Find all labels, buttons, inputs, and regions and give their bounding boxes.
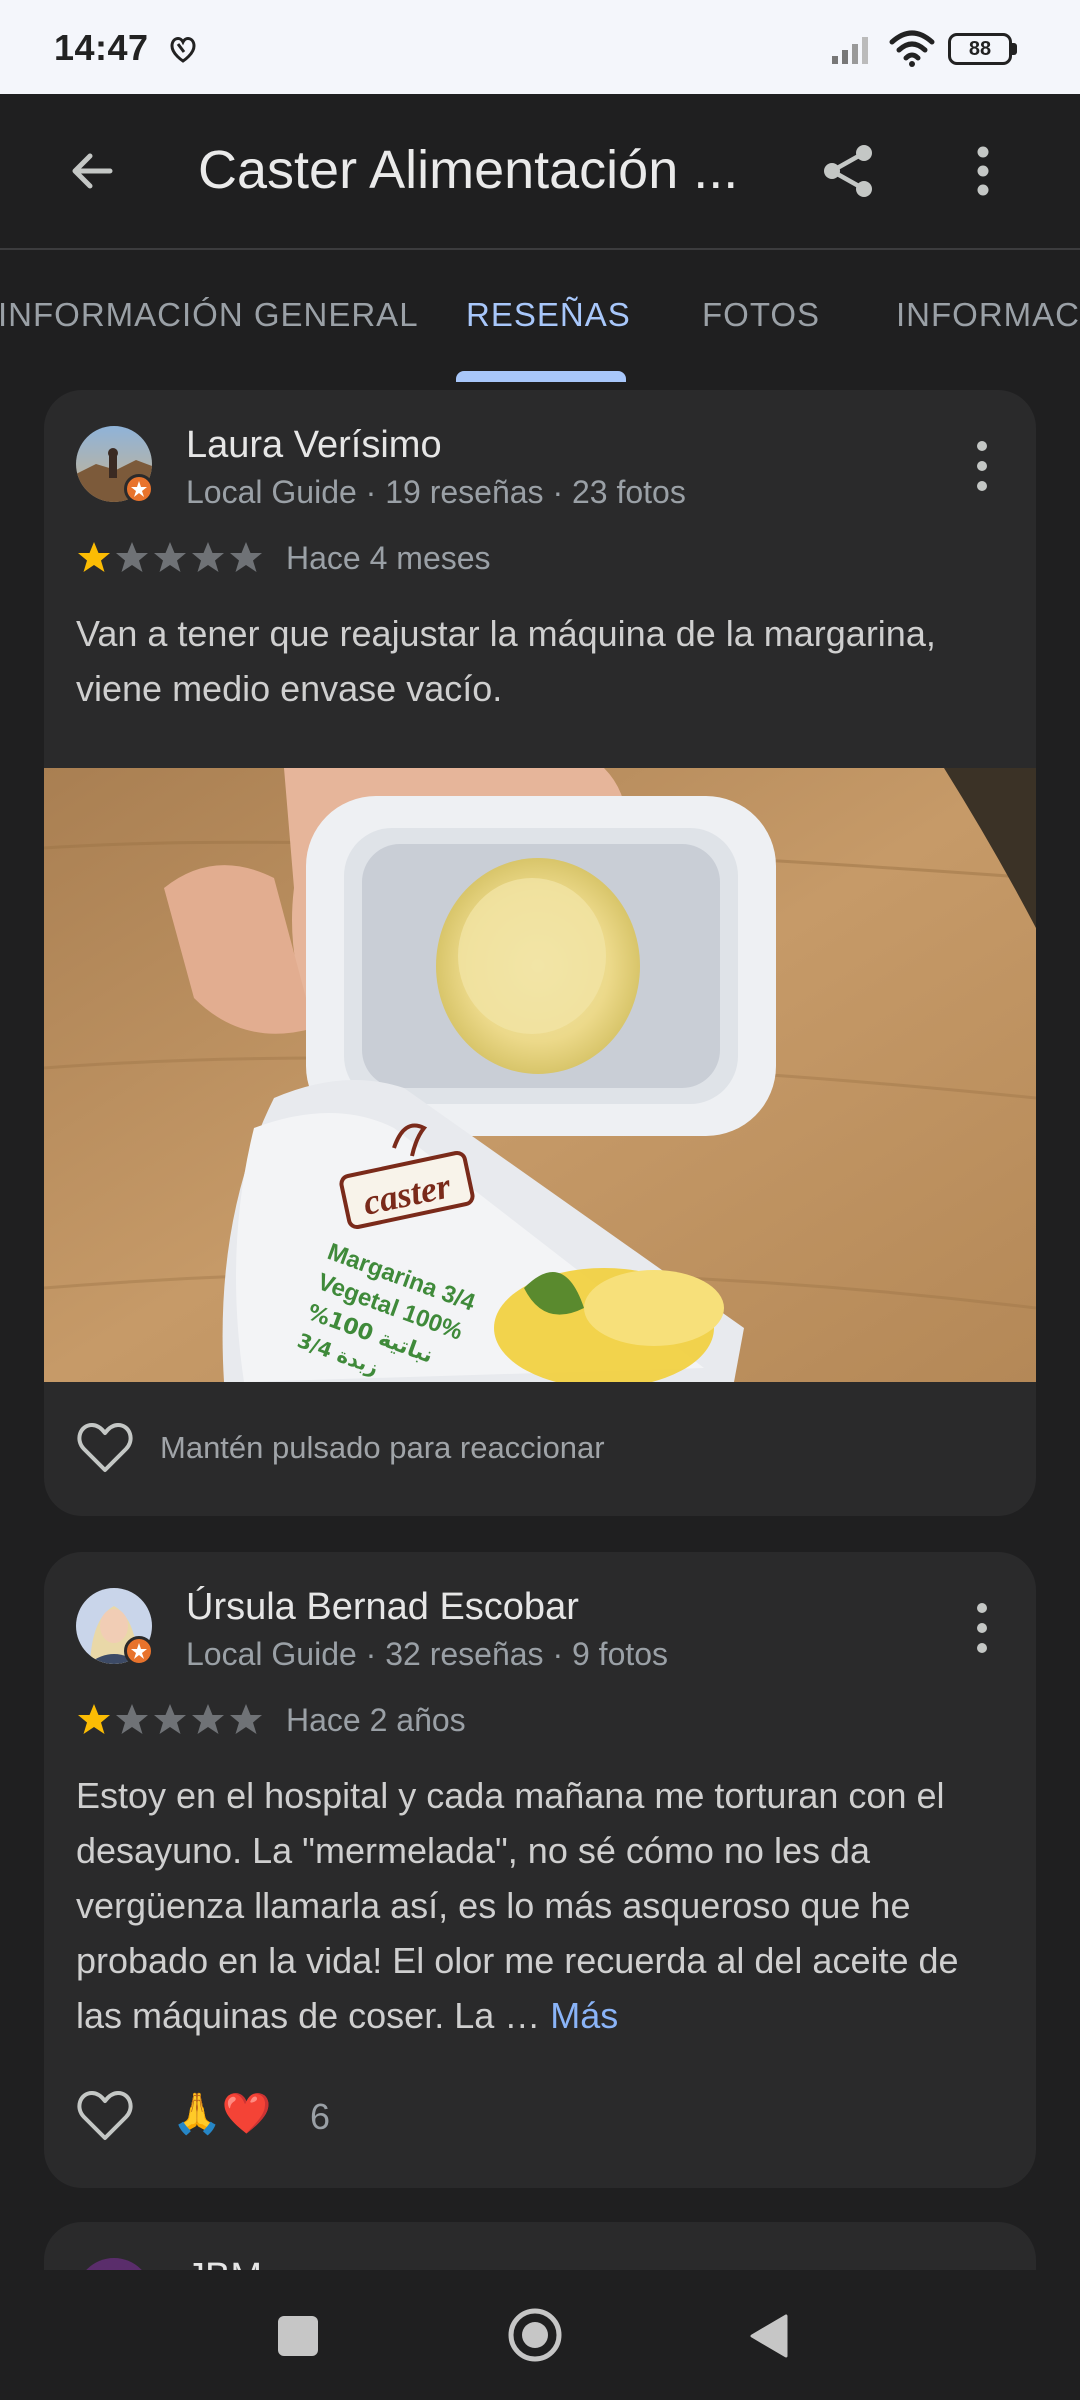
app-bar: Caster Alimentación ... [0,94,1080,248]
tab-informacion-general[interactable]: INFORMACIÓN GENERAL [0,296,419,334]
tab-indicator [456,371,626,382]
review-date: Hace 4 meses [286,540,491,576]
recents-icon[interactable] [278,2316,318,2356]
heart-icon[interactable] [76,2088,134,2142]
more-vert-icon[interactable] [960,436,1004,496]
tab-informacion[interactable]: INFORMACIÓN [896,296,1080,334]
notification-icon [170,37,196,63]
review-card: Úrsula Bernad Escobar Local Guide · 32 r… [44,1552,1036,2188]
tab-fotos[interactable]: FOTOS [702,296,820,334]
local-guide-badge [124,474,154,504]
avatar[interactable] [76,2258,152,2270]
review-date: Hace 2 años [286,1702,466,1738]
status-bar: 14:47 88 [0,0,1080,94]
review-text-body: Estoy en el hospital y cada mañana me to… [76,1775,959,2036]
review-text: Estoy en el hospital y cada mañana me to… [76,1768,1006,2043]
reviewer-name[interactable]: JBM [186,2256,262,2270]
tab-resenas[interactable]: RESEÑAS [466,296,631,334]
back-icon[interactable] [748,2312,790,2360]
status-time: 14:47 [54,27,149,68]
reviews-list[interactable]: Laura Verísimo Local Guide · 19 reseñas … [0,382,1080,2270]
heart-icon[interactable] [76,1420,134,1474]
system-nav-bar [0,2270,1080,2400]
arrow-back-icon[interactable] [60,138,126,204]
review-text: Van a tener que reajustar la máquina de … [76,613,936,709]
reaction-count: 6 [310,2096,331,2137]
star-icon [78,542,110,572]
home-icon[interactable] [506,2306,564,2364]
more-vert-icon[interactable] [950,138,1016,204]
reviewer-name[interactable]: Úrsula Bernad Escobar [186,1586,579,1629]
tab-bar: INFORMACIÓN GENERAL RESEÑAS FOTOS INFORM… [0,250,1080,382]
review-photo[interactable]: caster Margarina 3/4 Vegetal 100% %100 ن… [44,768,1036,1382]
reaction-emojis[interactable]: 🙏❤️ [172,2090,272,2137]
more-link[interactable]: Más [550,1995,618,2036]
wifi-icon [889,30,935,67]
reviewer-meta: Local Guide · 19 reseñas · 23 fotos [186,474,686,510]
review-card: JBM [44,2222,1036,2270]
place-title: Caster Alimentación ... [198,140,739,200]
signal-icon [832,37,868,64]
reviewer-name[interactable]: Laura Verísimo [186,424,442,467]
share-icon[interactable] [816,138,882,204]
star-rating [78,1704,262,1734]
reaction-hint: Mantén pulsado para reaccionar [160,1430,605,1465]
battery-level: 88 [968,38,992,60]
local-guide-badge [124,1636,154,1666]
review-card: Laura Verísimo Local Guide · 19 reseñas … [44,390,1036,1516]
more-vert-icon[interactable] [960,1598,1004,1658]
battery-icon: 88 [948,33,1018,65]
reviewer-meta: Local Guide · 32 reseñas · 9 fotos [186,1636,669,1672]
star-rating [78,542,262,572]
